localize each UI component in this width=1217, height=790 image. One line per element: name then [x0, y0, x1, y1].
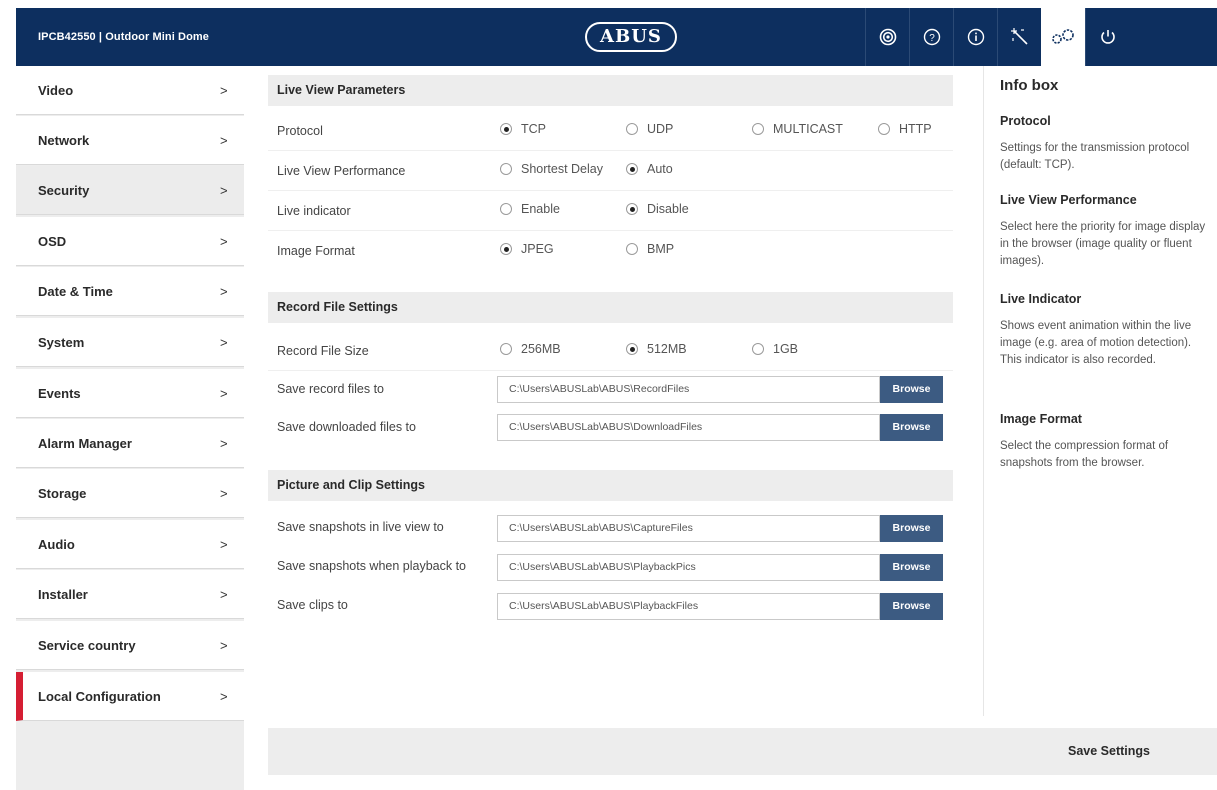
protocol-label: Protocol: [277, 124, 323, 138]
protocol-tcp-radio[interactable]: TCP: [500, 122, 546, 136]
chevron-right-icon: >: [220, 587, 228, 602]
sidebar-item-audio[interactable]: Audio >: [16, 520, 244, 569]
chevron-right-icon: >: [220, 234, 228, 249]
info-protocol-text: Settings for the transmission protocol (…: [1000, 142, 1190, 171]
protocol-udp-radio[interactable]: UDP: [626, 122, 673, 136]
snap-playback-path-input[interactable]: C:\Users\ABUSLab\ABUS\PlaybackPics: [497, 554, 880, 581]
sidebar-item-local-configuration[interactable]: Local Configuration >: [16, 672, 244, 721]
record-section-title: Record File Settings: [268, 292, 953, 323]
live-view-button[interactable]: [865, 8, 909, 66]
file-size-256mb-radio[interactable]: 256MB: [500, 342, 561, 356]
info-indicator-text: Shows event animation within the live im…: [1000, 320, 1192, 366]
live-indicator-label: Live indicator: [277, 204, 351, 218]
picture-section-title: Picture and Clip Settings: [268, 470, 953, 501]
settings-button[interactable]: [1041, 8, 1085, 66]
settings-icon: [1052, 29, 1074, 44]
info-box-title: Info box: [1000, 77, 1059, 94]
browse-snap-live-button[interactable]: Browse: [880, 515, 943, 542]
indicator-enable-radio[interactable]: Enable: [500, 202, 560, 216]
file-size-1gb-radio[interactable]: 1GB: [752, 342, 798, 356]
sidebar-item-service-country[interactable]: Service country >: [16, 621, 244, 670]
chevron-right-icon: >: [220, 83, 228, 98]
top-header: IPCB42550 | Outdoor Mini Dome ABUS ?: [16, 8, 1217, 66]
clips-path-input[interactable]: C:\Users\ABUSLab\ABUS\PlaybackFiles: [497, 593, 880, 620]
sidebar: Video > Network > Security > OSD > Date & Ti…: [16, 66, 244, 790]
file-size-512mb-radio[interactable]: 512MB: [626, 342, 687, 356]
chevron-right-icon: >: [220, 638, 228, 653]
sidebar-item-video[interactable]: Video >: [16, 66, 244, 115]
chevron-right-icon: >: [220, 486, 228, 501]
image-format-bmp-radio[interactable]: BMP: [626, 242, 674, 256]
logout-button[interactable]: [1085, 8, 1129, 66]
sidebar-item-osd[interactable]: OSD >: [16, 217, 244, 266]
sidebar-item-events[interactable]: Events >: [16, 369, 244, 418]
chevron-right-icon: >: [220, 183, 228, 198]
save-record-path-input[interactable]: C:\Users\ABUSLab\ABUS\RecordFiles: [497, 376, 880, 403]
info-icon: [967, 28, 984, 46]
info-image-format-text: Select the compression format of snapsho…: [1000, 440, 1169, 469]
live-view-icon: [879, 28, 896, 46]
info-indicator-heading: Live Indicator: [1000, 292, 1082, 306]
info-performance-heading: Live View Performance: [1000, 193, 1137, 207]
chevron-right-icon: >: [220, 386, 228, 401]
indicator-disable-radio[interactable]: Disable: [626, 202, 689, 216]
wizard-button[interactable]: [997, 8, 1041, 66]
chevron-right-icon: >: [220, 133, 228, 148]
sidebar-item-system[interactable]: System >: [16, 318, 244, 367]
save-downloaded-label: Save downloaded files to: [277, 420, 416, 434]
info-image-format-heading: Image Format: [1000, 412, 1082, 426]
sidebar-item-network[interactable]: Network >: [16, 116, 244, 165]
device-title: IPCB42550 | Outdoor Mini Dome: [38, 31, 210, 43]
chevron-right-icon: >: [220, 284, 228, 299]
performance-shortest-delay-radio[interactable]: Shortest Delay: [500, 162, 603, 176]
record-file-size-label: Record File Size: [277, 344, 369, 358]
chevron-right-icon: >: [220, 537, 228, 552]
image-format-label: Image Format: [277, 244, 355, 258]
browse-snap-playback-button[interactable]: Browse: [880, 554, 943, 581]
sidebar-item-storage[interactable]: Storage >: [16, 469, 244, 518]
sidebar-item-installer[interactable]: Installer >: [16, 570, 244, 619]
help-button[interactable]: ?: [909, 8, 953, 66]
snap-playback-label: Save snapshots when playback to: [277, 559, 467, 573]
info-button[interactable]: [953, 8, 997, 66]
chevron-right-icon: >: [220, 335, 228, 350]
browse-downloaded-button[interactable]: Browse: [880, 414, 943, 441]
performance-auto-radio[interactable]: Auto: [626, 162, 673, 176]
save-settings-button[interactable]: Save Settings: [1068, 728, 1150, 775]
save-downloaded-path-input[interactable]: C:\Users\ABUSLab\ABUS\DownloadFiles: [497, 414, 880, 441]
snap-live-path-input[interactable]: C:\Users\ABUSLab\ABUS\CaptureFiles: [497, 515, 880, 542]
snap-live-label: Save snapshots in live view to: [277, 520, 444, 534]
live-view-section-title: Live View Parameters: [268, 75, 953, 106]
image-format-jpeg-radio[interactable]: JPEG: [500, 242, 554, 256]
info-protocol-heading: Protocol: [1000, 114, 1051, 128]
browse-clips-button[interactable]: Browse: [880, 593, 943, 620]
wizard-icon: [1010, 28, 1028, 45]
browse-record-button[interactable]: Browse: [880, 376, 943, 403]
protocol-http-radio[interactable]: HTTP: [878, 122, 932, 136]
protocol-multicast-radio[interactable]: MULTICAST: [752, 122, 843, 136]
power-icon: [1100, 30, 1115, 44]
sidebar-item-alarm-manager[interactable]: Alarm Manager >: [16, 419, 244, 468]
info-performance-text: Select here the priority for image displ…: [1000, 221, 1206, 267]
svg-text:?: ?: [929, 33, 935, 44]
performance-label: Live View Performance: [277, 164, 406, 178]
sidebar-item-date-time[interactable]: Date & Time >: [16, 267, 244, 316]
abus-logo: ABUS: [585, 22, 677, 52]
save-record-label: Save record files to: [277, 382, 384, 396]
clips-label: Save clips to: [277, 598, 348, 612]
chevron-right-icon: >: [220, 689, 228, 704]
help-icon: ?: [923, 28, 940, 46]
sidebar-item-security[interactable]: Security >: [16, 166, 244, 215]
chevron-right-icon: >: [220, 436, 228, 451]
